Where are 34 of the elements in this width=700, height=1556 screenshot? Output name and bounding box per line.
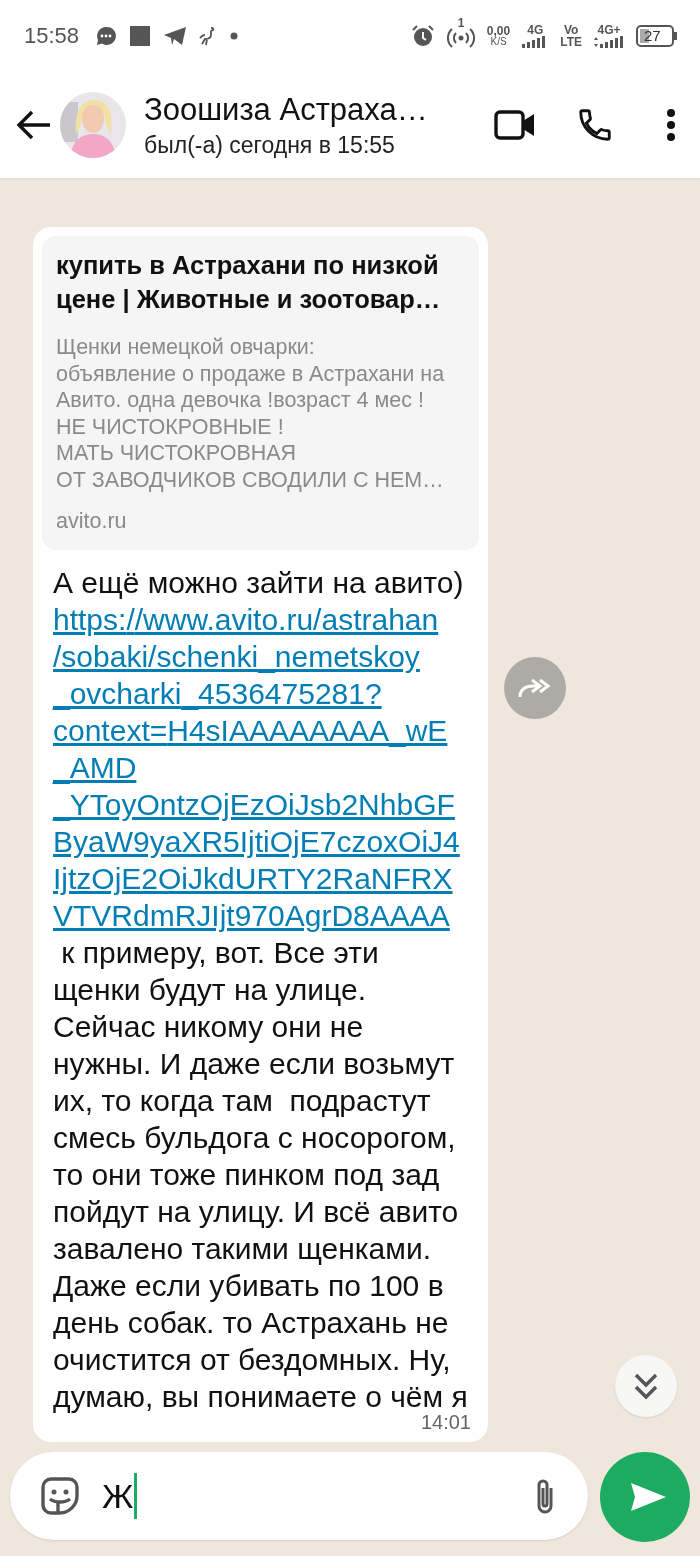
volte-label: LTE <box>560 36 582 48</box>
more-options-icon[interactable] <box>666 108 676 142</box>
scroll-down-button[interactable] <box>615 1355 677 1417</box>
battery-icon <box>636 25 678 47</box>
volte-label: Vo <box>563 24 579 36</box>
net-speed-unit: K/S <box>490 37 507 47</box>
signal-icon <box>594 36 624 48</box>
message-input[interactable]: Ж <box>102 1473 532 1519</box>
send-icon <box>629 1481 667 1513</box>
sticker-icon[interactable] <box>40 1476 80 1516</box>
paper-plane-icon <box>163 26 188 46</box>
double-chevron-down-icon <box>633 1371 659 1401</box>
network-type: 4G <box>527 24 544 36</box>
chat-bubble-icon <box>95 25 118 47</box>
alarm-icon <box>410 24 435 48</box>
preview-domain: avito.ru <box>56 509 128 534</box>
square-icon <box>129 25 152 47</box>
message-field[interactable]: Ж <box>10 1452 588 1540</box>
network-type: 4G+ <box>597 24 621 36</box>
status-time: 15:58 <box>24 23 80 49</box>
dot-icon <box>229 31 240 41</box>
text-cursor <box>134 1473 138 1519</box>
net-speed: 0,00 <box>486 25 511 37</box>
phone-icon[interactable] <box>576 106 614 144</box>
battery-percent: 27 <box>644 27 661 44</box>
back-arrow-icon[interactable] <box>16 109 52 141</box>
last-seen: был(-а) сегодня в 15:55 <box>144 131 396 159</box>
forward-arrow-icon <box>518 677 552 699</box>
message-link[interactable]: https://www.avito.ru/astrahan/sobaki/schenki_nemetskoy_ovcharki_4536475281?context=H4sIAAAAAAAA_wE_AMD_YToyOntzOjEzOiJsb2NhbGFByaW9yaXR5IjtiOjE7czoxOiJ4IjtzOjE2OiJkdURTY2RaNFRXVTVRdmRJIjt970AgrD8AAAA <box>53 601 468 934</box>
hotspot-count: 1 <box>457 16 465 30</box>
contact-name[interactable]: Зоошиза Астраха… <box>144 91 454 128</box>
video-camera-icon[interactable] <box>494 109 536 141</box>
preview-description: Щенки немецкой овчарки: объявление о продаже в Астрахани на Авито. одна девочка !возраст 4 мес ! НЕ ЧИСТОКРОВНЫЕ ! МАТЬ ЧИСТОКРОВНАЯ ОТ ЗАВОДЧИКОВ СВОДИЛИ С НЕМ… <box>56 334 446 493</box>
preview-title: купить в Астрахани по низкой цене | Животные и зоотовар… <box>56 250 442 315</box>
